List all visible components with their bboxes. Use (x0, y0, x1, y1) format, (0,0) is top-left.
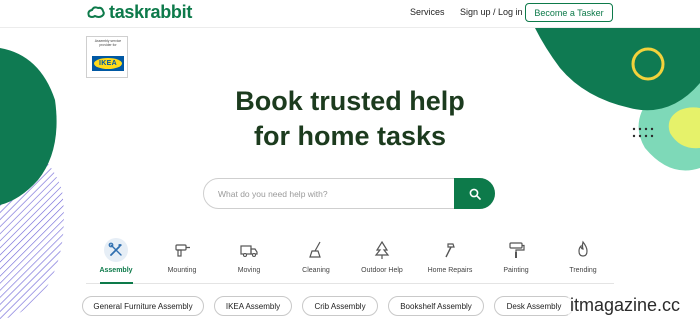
category-label: Painting (503, 267, 529, 274)
rabbit-logo-icon (87, 5, 105, 18)
search-input[interactable] (218, 187, 438, 201)
right-blob-decoration (535, 28, 700, 171)
flame-icon (578, 240, 588, 257)
taskrabbit-logo[interactable]: taskrabbit (86, 2, 192, 23)
category-label: Outdoor Help (361, 267, 403, 274)
chip-bookshelf-assembly[interactable]: Bookshelf Assembly (388, 296, 484, 316)
category-tab-mounting[interactable]: Mounting (146, 238, 218, 274)
top-navigation-bar: taskrabbit Services Sign up / Log in Bec… (0, 0, 700, 28)
category-tab-cleaning[interactable]: Cleaning (280, 238, 352, 274)
category-tabs-divider (86, 283, 614, 284)
truck-icon (240, 245, 258, 258)
ikea-logo: IKEA (92, 56, 124, 71)
logo-text: taskrabbit (109, 2, 193, 22)
drill-icon (175, 244, 190, 257)
category-tab-moving[interactable]: Moving (213, 238, 285, 274)
category-tab-painting[interactable]: Painting (480, 238, 552, 274)
search-button[interactable] (454, 178, 495, 209)
hero-heading: Book trusted help for home tasks (190, 84, 510, 154)
category-label: Mounting (167, 267, 197, 274)
chip-crib-assembly[interactable]: Crib Assembly (302, 296, 378, 316)
category-tab-assembly[interactable]: Assembly (80, 238, 152, 274)
category-tab-trending[interactable]: Trending (547, 238, 619, 274)
watermark: itmagazine.cc (568, 295, 683, 316)
category-label: Trending (569, 267, 597, 274)
hero-heading-line-2: for home tasks (253, 121, 447, 151)
hammer-icon (445, 243, 455, 258)
category-label: Assembly (99, 267, 133, 274)
chip-ikea-assembly[interactable]: IKEA Assembly (214, 296, 292, 316)
tree-icon (374, 240, 390, 259)
hero-heading-line-1: Book trusted help (235, 86, 465, 116)
paint-roller-icon (509, 242, 525, 258)
category-label: Home Repairs (427, 267, 473, 274)
chip-general-furniture-assembly[interactable]: General Furniture Assembly (82, 296, 204, 316)
category-tab-outdoor-help[interactable]: Outdoor Help (346, 238, 418, 274)
search-icon (469, 188, 481, 200)
nav-services-link[interactable]: Services (410, 7, 445, 17)
left-blob-decoration (0, 48, 64, 319)
category-label: Cleaning (302, 267, 330, 274)
chip-desk-assembly[interactable]: Desk Assembly (494, 296, 574, 316)
partner-badge-caption: Assembly service provider for (94, 39, 122, 47)
active-tab-indicator (100, 282, 133, 284)
broom-icon (309, 241, 321, 258)
ikea-logo-text: IKEA (99, 60, 117, 67)
tools-icon (104, 238, 128, 262)
category-label: Moving (237, 267, 261, 274)
category-tab-home-repairs[interactable]: Home Repairs (414, 238, 486, 274)
become-tasker-button[interactable]: Become a Tasker (525, 3, 613, 22)
task-search-bar (203, 178, 495, 209)
nav-signup-login-link[interactable]: Sign up / Log in (460, 7, 523, 17)
ikea-partner-badge[interactable]: Assembly service provider for IKEA (86, 36, 128, 78)
